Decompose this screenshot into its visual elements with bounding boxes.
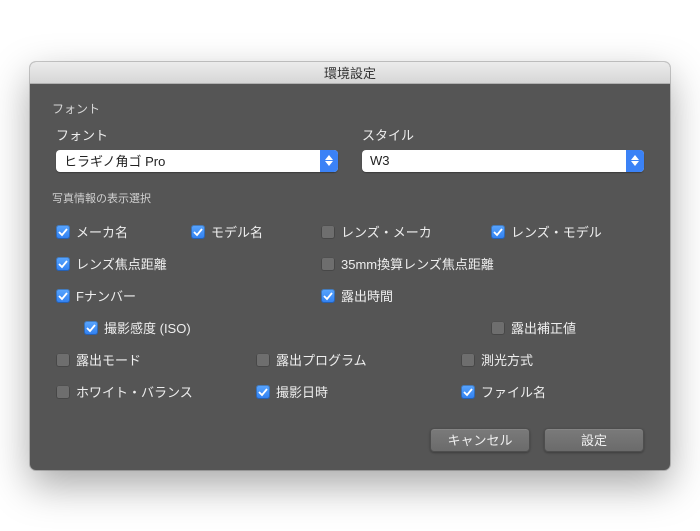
checkbox-icon bbox=[321, 257, 335, 271]
checkbox-label: レンズ・メーカ bbox=[341, 222, 432, 241]
button-label: 設定 bbox=[581, 430, 607, 449]
window-title: 環境設定 bbox=[324, 63, 376, 82]
cancel-button[interactable]: キャンセル bbox=[430, 428, 530, 452]
checkbox-icon bbox=[84, 321, 98, 335]
checkbox-label: 露出モード bbox=[76, 350, 141, 369]
checkbox-iso[interactable]: 撮影感度 (ISO) bbox=[84, 318, 491, 337]
checkbox-focal-35mm[interactable]: 35mm換算レンズ焦点距離 bbox=[321, 254, 644, 273]
ok-button[interactable]: 設定 bbox=[544, 428, 644, 452]
checkbox-icon bbox=[491, 321, 505, 335]
checkbox-icon bbox=[321, 289, 335, 303]
checkbox-icon bbox=[191, 225, 205, 239]
style-select-value: W3 bbox=[362, 153, 626, 168]
checkbox-maker[interactable]: メーカ名 bbox=[56, 222, 191, 241]
checkbox-exposure-time[interactable]: 露出時間 bbox=[321, 286, 644, 305]
checkbox-exposure-mode[interactable]: 露出モード bbox=[56, 350, 256, 369]
checkbox-label: 測光方式 bbox=[481, 350, 533, 369]
checkbox-label: 35mm換算レンズ焦点距離 bbox=[341, 254, 494, 273]
checkbox-icon bbox=[321, 225, 335, 239]
font-row: フォント ヒラギノ角ゴ Pro スタイル W3 bbox=[52, 125, 648, 172]
font-select-value: ヒラギノ角ゴ Pro bbox=[56, 151, 320, 170]
checkbox-icon bbox=[56, 353, 70, 367]
style-column: スタイル W3 bbox=[362, 125, 644, 172]
checkbox-icon bbox=[461, 353, 475, 367]
checkbox-icon bbox=[491, 225, 505, 239]
checkbox-grid: メーカ名 モデル名 レンズ・メーカ レンズ・モデル レンズ bbox=[52, 216, 648, 408]
checkbox-focal-length[interactable]: レンズ焦点距離 bbox=[56, 254, 321, 273]
checkbox-label: レンズ・モデル bbox=[511, 222, 602, 241]
checkbox-label: ファイル名 bbox=[481, 382, 546, 401]
checkbox-icon bbox=[56, 289, 70, 303]
button-row: キャンセル 設定 bbox=[52, 428, 648, 452]
font-column: フォント ヒラギノ角ゴ Pro bbox=[56, 125, 338, 172]
checkbox-label: ホワイト・バランス bbox=[76, 382, 193, 401]
style-label: スタイル bbox=[362, 125, 644, 144]
style-select[interactable]: W3 bbox=[362, 150, 644, 172]
select-stepper-icon bbox=[626, 150, 644, 172]
checkbox-icon bbox=[461, 385, 475, 399]
checkbox-label: 撮影感度 (ISO) bbox=[104, 318, 191, 337]
checkbox-label: メーカ名 bbox=[76, 222, 128, 241]
font-label: フォント bbox=[56, 125, 338, 144]
window-titlebar: 環境設定 bbox=[30, 62, 670, 84]
preferences-window: 環境設定 フォント フォント ヒラギノ角ゴ Pro スタイル W3 bbox=[30, 62, 670, 470]
checkbox-exposure-program[interactable]: 露出プログラム bbox=[256, 350, 461, 369]
checkbox-lens-model[interactable]: レンズ・モデル bbox=[491, 222, 644, 241]
checkbox-label: モデル名 bbox=[211, 222, 263, 241]
display-section-label: 写真情報の表示選択 bbox=[52, 190, 648, 206]
checkbox-metering[interactable]: 測光方式 bbox=[461, 350, 644, 369]
checkbox-fnumber[interactable]: Fナンバー bbox=[56, 286, 321, 305]
checkbox-label: 露出補正値 bbox=[511, 318, 576, 337]
checkbox-label: 露出時間 bbox=[341, 286, 393, 305]
checkbox-lens-maker[interactable]: レンズ・メーカ bbox=[321, 222, 491, 241]
checkbox-icon bbox=[56, 257, 70, 271]
checkbox-label: レンズ焦点距離 bbox=[76, 254, 167, 273]
font-group-label: フォント bbox=[52, 100, 648, 117]
checkbox-shot-date[interactable]: 撮影日時 bbox=[256, 382, 461, 401]
checkbox-label: Fナンバー bbox=[76, 286, 136, 305]
button-label: キャンセル bbox=[447, 430, 512, 449]
checkbox-label: 撮影日時 bbox=[276, 382, 328, 401]
font-select[interactable]: ヒラギノ角ゴ Pro bbox=[56, 150, 338, 172]
checkbox-file-name[interactable]: ファイル名 bbox=[461, 382, 644, 401]
checkbox-label: 露出プログラム bbox=[276, 350, 367, 369]
checkbox-ev-bias[interactable]: 露出補正値 bbox=[491, 318, 644, 337]
checkbox-white-balance[interactable]: ホワイト・バランス bbox=[56, 382, 256, 401]
window-content: フォント フォント ヒラギノ角ゴ Pro スタイル W3 bbox=[30, 84, 670, 470]
checkbox-icon bbox=[256, 353, 270, 367]
checkbox-model[interactable]: モデル名 bbox=[191, 222, 321, 241]
checkbox-icon bbox=[56, 385, 70, 399]
select-stepper-icon bbox=[320, 150, 338, 172]
checkbox-icon bbox=[256, 385, 270, 399]
checkbox-icon bbox=[56, 225, 70, 239]
